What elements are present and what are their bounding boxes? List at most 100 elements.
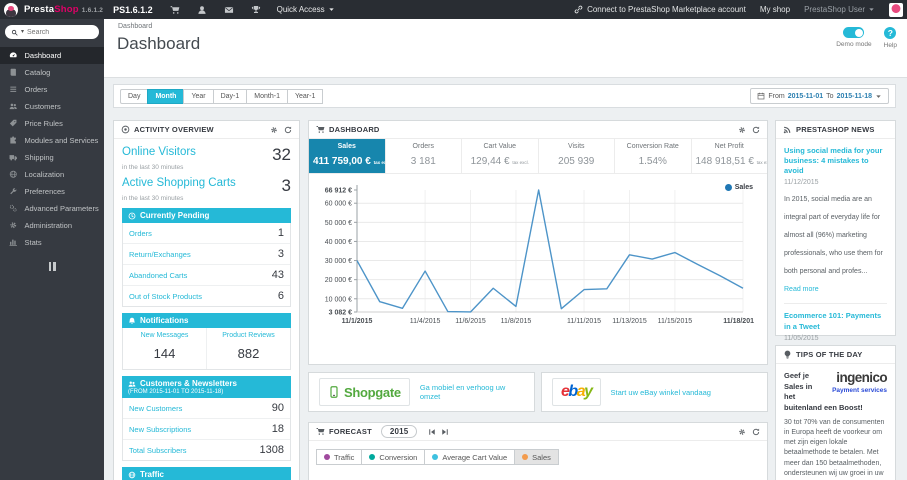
active-carts-link[interactable]: Active Shopping Carts bbox=[122, 177, 236, 189]
date-range-picker[interactable]: From 2015-11-01 To 2015-11-18 bbox=[750, 88, 889, 104]
marketplace-link[interactable]: Connect to PrestaShop Marketplace accoun… bbox=[574, 5, 746, 14]
forecast-conversion-button[interactable]: Conversion bbox=[361, 449, 426, 465]
sidebar-search[interactable]: ▾ bbox=[5, 25, 99, 39]
filter-day-button[interactable]: Day bbox=[120, 88, 149, 104]
activity-icon bbox=[121, 125, 130, 134]
kpi-net-profit[interactable]: Net Profit148 918,51 € tax excl. bbox=[690, 139, 767, 173]
filter-month-button[interactable]: Month bbox=[147, 88, 185, 104]
previous-year-button[interactable] bbox=[428, 428, 436, 436]
gear-icon[interactable] bbox=[738, 126, 746, 134]
prestashop-admin: PrestaShop 1.6.1.2 PS1.6.1.2 Quick Access… bbox=[0, 0, 907, 480]
sidebar-collapse-button[interactable] bbox=[47, 261, 57, 271]
user-menu[interactable]: PrestaShop User bbox=[804, 5, 875, 14]
kpi-cart-value[interactable]: Cart Value 129,44 € tax excl. bbox=[461, 139, 538, 173]
shopgate-ad-link[interactable]: Ga mobiel en verhoog uw omzet bbox=[420, 383, 524, 401]
forecast-year-badge: 2015 bbox=[380, 425, 418, 438]
search-input[interactable] bbox=[27, 28, 80, 36]
pending-orders-link[interactable]: Orders bbox=[129, 229, 152, 238]
sidebar-item-shipping[interactable]: Shipping bbox=[0, 149, 104, 166]
gear-icon[interactable] bbox=[738, 428, 746, 436]
search-scope-caret[interactable]: ▾ bbox=[21, 29, 24, 35]
forecast-traffic-button[interactable]: Traffic bbox=[316, 449, 363, 465]
user-avatar[interactable] bbox=[889, 2, 903, 17]
filter-year-1-button[interactable]: Year-1 bbox=[286, 88, 324, 104]
news-article-title[interactable]: Ecommerce 101: Payments in a Tweet bbox=[784, 311, 887, 331]
out-of-stock-link[interactable]: Out of Stock Products bbox=[129, 292, 202, 301]
sidebar-item-advanced-parameters[interactable]: Advanced Parameters bbox=[0, 200, 104, 217]
kpi-conversion-rate[interactable]: Conversion Rate 1.54% bbox=[614, 139, 691, 173]
pending-row-out-of-stock: Out of Stock Products 6 bbox=[123, 286, 290, 306]
refresh-icon[interactable] bbox=[752, 126, 760, 134]
online-visitors-link[interactable]: Online Visitors bbox=[122, 146, 196, 158]
chevron-down-icon bbox=[875, 93, 882, 100]
kpi-sales[interactable]: Sales411 759,00 € tax excl. bbox=[309, 139, 385, 173]
gear-icon[interactable] bbox=[270, 126, 278, 134]
filter-year-button[interactable]: Year bbox=[183, 88, 214, 104]
chart-bar-icon bbox=[9, 238, 18, 247]
shopgate-logo[interactable]: Shopgate bbox=[319, 378, 410, 406]
new-messages-link[interactable]: New Messages bbox=[125, 332, 204, 339]
sales-line-chart: 66 912 € 60 000 € 50 000 € 40 000 € 30 000 €… bbox=[325, 185, 754, 325]
new-subscriptions-link[interactable]: New Subscriptions bbox=[129, 425, 191, 434]
sidebar-item-stats[interactable]: Stats bbox=[0, 234, 104, 251]
kpi-orders[interactable]: Orders 3 181 bbox=[384, 139, 462, 173]
sidebar-item-dashboard[interactable]: Dashboard bbox=[0, 47, 104, 64]
trophy-icon[interactable] bbox=[251, 5, 261, 15]
sidebar-item-preferences[interactable]: Preferences bbox=[0, 183, 104, 200]
forecast-avg-cart-value-button[interactable]: Average Cart Value bbox=[424, 449, 516, 465]
shopgate-ad-panel: Shopgate Ga mobiel en verhoog uw omzet bbox=[308, 372, 535, 412]
help-icon[interactable]: ? bbox=[884, 27, 897, 39]
notifications-header: Notifications bbox=[122, 313, 291, 328]
filter-day-1-button[interactable]: Day-1 bbox=[212, 88, 248, 104]
ebay-ad-link[interactable]: Start uw eBay winkel vandaag bbox=[611, 388, 711, 397]
sidebar-item-administration[interactable]: Administration bbox=[0, 217, 104, 234]
shop-version: PS1.6.1.2 bbox=[113, 4, 153, 15]
pending-orders-value: 1 bbox=[277, 227, 284, 239]
panel-title: DASHBOARD bbox=[329, 125, 380, 134]
activity-overview-panel: ACTIVITY OVERVIEW Online Visitors 32 in t… bbox=[113, 120, 300, 480]
brand-version: 1.6.1.2 bbox=[81, 7, 104, 14]
forecast-sales-button[interactable]: Sales bbox=[514, 449, 559, 465]
chart-legend[interactable]: Sales bbox=[724, 184, 753, 191]
total-subscribers-link[interactable]: Total Subscribers bbox=[129, 446, 187, 455]
sidebar-item-price-rules[interactable]: Price Rules bbox=[0, 115, 104, 132]
filter-month-1-button[interactable]: Month-1 bbox=[246, 88, 288, 104]
svg-text:11/8/2015: 11/8/2015 bbox=[501, 318, 532, 325]
sidebar-item-orders[interactable]: Orders bbox=[0, 81, 104, 98]
my-shop-link[interactable]: My shop bbox=[760, 5, 790, 14]
sidebar-item-catalog[interactable]: Catalog bbox=[0, 64, 104, 81]
page-title: Dashboard bbox=[117, 34, 201, 53]
sidebar-item-modules[interactable]: Modules and Services bbox=[0, 132, 104, 149]
prestashop-logo[interactable] bbox=[4, 2, 18, 17]
list-icon bbox=[9, 85, 18, 94]
avg-cart-value-dot bbox=[432, 454, 439, 460]
quick-access-menu[interactable]: Quick Access bbox=[277, 5, 335, 14]
ingenico-logo[interactable]: ingenico Payment services bbox=[823, 371, 888, 396]
sidebar-item-customers[interactable]: Customers bbox=[0, 98, 104, 115]
cart-icon[interactable] bbox=[170, 5, 180, 15]
demo-mode-toggle[interactable] bbox=[843, 27, 865, 38]
svg-text:3 082 €: 3 082 € bbox=[329, 310, 352, 317]
svg-text:50 000 €: 50 000 € bbox=[325, 220, 352, 227]
pending-returns-link[interactable]: Return/Exchanges bbox=[129, 250, 191, 259]
brand-name[interactable]: PrestaShop 1.6.1.2 bbox=[24, 4, 103, 15]
abandoned-carts-link[interactable]: Abandoned Carts bbox=[129, 271, 187, 280]
sidebar-item-localization[interactable]: Localization bbox=[0, 166, 104, 183]
user-icon[interactable] bbox=[197, 5, 207, 15]
product-reviews-link[interactable]: Product Reviews bbox=[209, 332, 288, 339]
new-customers-link[interactable]: New Customers bbox=[129, 404, 182, 413]
help-label: Help bbox=[883, 42, 897, 49]
refresh-icon[interactable] bbox=[284, 126, 292, 134]
ebay-logo[interactable]: ebay bbox=[552, 378, 601, 406]
customers-newsletters-header: Customers & Newsletters (FROM 2015-11-01… bbox=[122, 376, 291, 398]
news-article-title[interactable]: Using social media for your business: 4 … bbox=[784, 146, 887, 176]
news-article-date: 11/05/2015 bbox=[784, 334, 819, 342]
read-more-link[interactable]: Read more bbox=[784, 286, 819, 293]
topbar: PrestaShop 1.6.1.2 PS1.6.1.2 Quick Access… bbox=[0, 0, 907, 19]
refresh-icon[interactable] bbox=[752, 428, 760, 436]
book-icon bbox=[9, 68, 18, 77]
mail-icon[interactable] bbox=[224, 5, 234, 15]
panel-title: ACTIVITY OVERVIEW bbox=[134, 125, 214, 134]
kpi-visits[interactable]: Visits 205 939 bbox=[537, 139, 615, 173]
next-year-button[interactable] bbox=[441, 428, 449, 436]
